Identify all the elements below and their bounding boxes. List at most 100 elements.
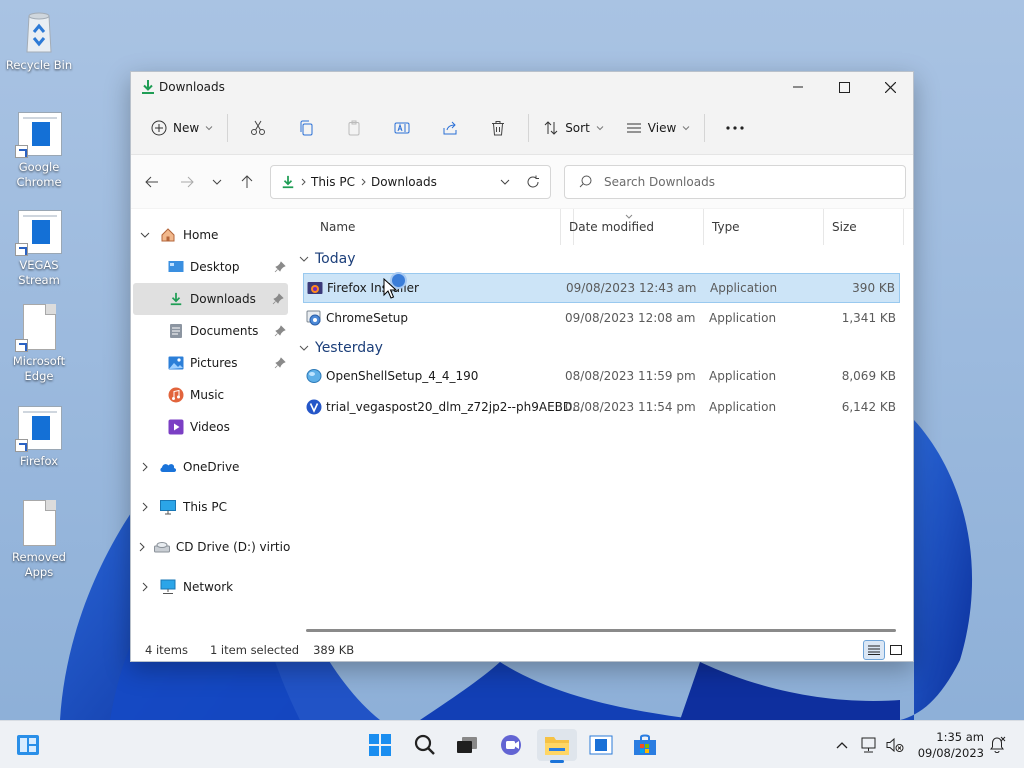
videos-icon	[167, 418, 185, 436]
windows-start-icon	[369, 734, 391, 756]
chevron-right-icon[interactable]	[138, 542, 146, 552]
file-row[interactable]: ChromeSetup 09/08/2023 12:08 am Applicat…	[303, 304, 900, 334]
desktop-icon-recycle-bin[interactable]: Recycle Bin	[4, 8, 74, 73]
clock-date: 09/08/2023	[917, 746, 984, 760]
chevron-right-icon[interactable]	[141, 582, 149, 592]
desktop-icon-label: Firefox	[19, 454, 59, 468]
nav-item-home[interactable]: Home	[131, 219, 290, 251]
file-explorer-taskbar-button[interactable]	[537, 729, 577, 763]
copy-button[interactable]	[282, 111, 330, 145]
chevron-down-icon	[299, 345, 309, 351]
pin-icon[interactable]	[274, 325, 286, 337]
tiles-view-button[interactable]	[885, 640, 907, 660]
nav-item-this-pc[interactable]: This PC	[131, 491, 290, 523]
desktop-icon-microsoft-edge[interactable]: Microsoft Edge	[4, 304, 74, 384]
pin-icon[interactable]	[274, 261, 286, 273]
search-box[interactable]: Search Downloads	[564, 164, 906, 199]
chevron-right-icon	[301, 178, 306, 185]
group-header-today[interactable]: Today	[292, 245, 913, 273]
desktop-icon-firefox[interactable]: Firefox	[4, 404, 74, 469]
volume-tray-button[interactable]	[884, 731, 906, 759]
speaker-muted-icon	[886, 737, 904, 753]
nav-item-music[interactable]: Music	[131, 379, 290, 411]
start-button[interactable]	[360, 729, 400, 761]
network-tray-button[interactable]	[857, 731, 881, 759]
taskbar-clock[interactable]: 1:35 am 09/08/2023	[912, 729, 984, 761]
sort-button[interactable]: Sort	[535, 111, 612, 145]
nav-item-videos[interactable]: Videos	[131, 411, 290, 443]
vegas-taskbar-button[interactable]	[581, 729, 621, 761]
chevron-right-icon[interactable]	[141, 462, 149, 472]
task-view-button[interactable]	[447, 729, 487, 761]
column-header-row: Name Date modified Type Size	[302, 209, 913, 245]
nav-item-network[interactable]: Network	[131, 571, 290, 603]
widgets-button[interactable]	[8, 729, 48, 761]
notifications-icon	[990, 736, 1006, 753]
mouse-pointer-icon	[383, 278, 397, 299]
title-bar[interactable]: Downloads	[131, 72, 913, 102]
group-label: Yesterday	[315, 340, 383, 356]
details-view-button[interactable]	[863, 640, 885, 660]
file-row[interactable]: trial_vegaspost20_dlm_z72jp2--ph9AEBD...…	[303, 393, 900, 423]
onedrive-cloud-icon	[159, 458, 177, 476]
minimize-button[interactable]	[775, 72, 821, 102]
view-button[interactable]: View	[618, 111, 698, 145]
forward-button[interactable]	[172, 167, 202, 197]
chrome-shortcut-icon	[15, 110, 63, 158]
refresh-icon[interactable]	[526, 175, 540, 189]
more-options-button[interactable]	[711, 111, 759, 145]
pin-icon[interactable]	[272, 293, 284, 305]
chevron-right-icon[interactable]	[141, 502, 149, 512]
recent-locations-button[interactable]	[202, 167, 232, 197]
chat-icon	[501, 735, 521, 755]
nav-item-cd-drive[interactable]: CD Drive (D:) virtio-win	[131, 531, 290, 563]
group-header-yesterday[interactable]: Yesterday	[292, 334, 913, 362]
delete-button[interactable]	[474, 111, 522, 145]
column-header-name[interactable]: Name	[312, 209, 574, 245]
file-name-cell: trial_vegaspost20_dlm_z72jp2--ph9AEBD...	[306, 393, 584, 421]
openshell-app-icon	[306, 369, 322, 383]
up-button[interactable]	[232, 167, 262, 197]
cut-button[interactable]	[234, 111, 282, 145]
horizontal-scrollbar[interactable]	[306, 629, 896, 632]
view-label: View	[647, 121, 677, 135]
show-hidden-icons-button[interactable]	[832, 731, 852, 759]
share-button[interactable]	[426, 111, 474, 145]
task-view-icon	[457, 737, 477, 753]
notifications-button[interactable]	[986, 731, 1008, 759]
nav-item-pictures[interactable]: Pictures	[131, 347, 290, 379]
breadcrumb-downloads[interactable]: Downloads	[371, 175, 437, 189]
rename-button[interactable]	[378, 111, 426, 145]
chevron-down-icon[interactable]	[500, 178, 510, 186]
more-dots-icon	[726, 126, 744, 130]
nav-item-onedrive[interactable]: OneDrive	[131, 451, 290, 483]
file-row[interactable]: OpenShellSetup_4_4_190 08/08/2023 11:59 …	[303, 362, 900, 392]
nav-item-documents[interactable]: Documents	[131, 315, 290, 347]
back-button[interactable]	[137, 167, 167, 197]
nav-item-downloads[interactable]: Downloads	[133, 283, 288, 315]
desktop-icon-removed-apps[interactable]: Removed Apps	[4, 500, 74, 580]
chevron-down-icon	[212, 179, 222, 185]
teams-chat-button[interactable]	[492, 729, 532, 761]
column-header-size[interactable]: Size	[824, 209, 904, 245]
close-button[interactable]	[867, 72, 913, 102]
breadcrumb-this-pc[interactable]: This PC	[311, 175, 355, 189]
search-taskbar-button[interactable]	[405, 729, 445, 761]
chevron-down-icon[interactable]	[140, 231, 150, 239]
chevron-down-icon	[205, 126, 213, 131]
column-header-type[interactable]: Type	[704, 209, 824, 245]
chevron-up-icon	[836, 742, 848, 749]
column-header-date-modified[interactable]: Date modified	[560, 209, 704, 245]
toolbar-separator	[704, 114, 706, 142]
microsoft-store-button[interactable]	[625, 729, 665, 761]
nav-item-desktop[interactable]: Desktop	[131, 251, 290, 283]
paste-button[interactable]	[330, 111, 378, 145]
chevron-right-icon	[361, 178, 366, 185]
maximize-button[interactable]	[821, 72, 867, 102]
pin-icon[interactable]	[274, 357, 286, 369]
desktop-icon-google-chrome[interactable]: Google Chrome	[4, 110, 74, 190]
new-button[interactable]: New	[143, 111, 221, 145]
address-bar[interactable]: This PC Downloads	[270, 164, 551, 199]
desktop-icon-vegas-stream[interactable]: VEGAS Stream	[4, 208, 74, 288]
arrow-up-icon	[241, 174, 253, 188]
